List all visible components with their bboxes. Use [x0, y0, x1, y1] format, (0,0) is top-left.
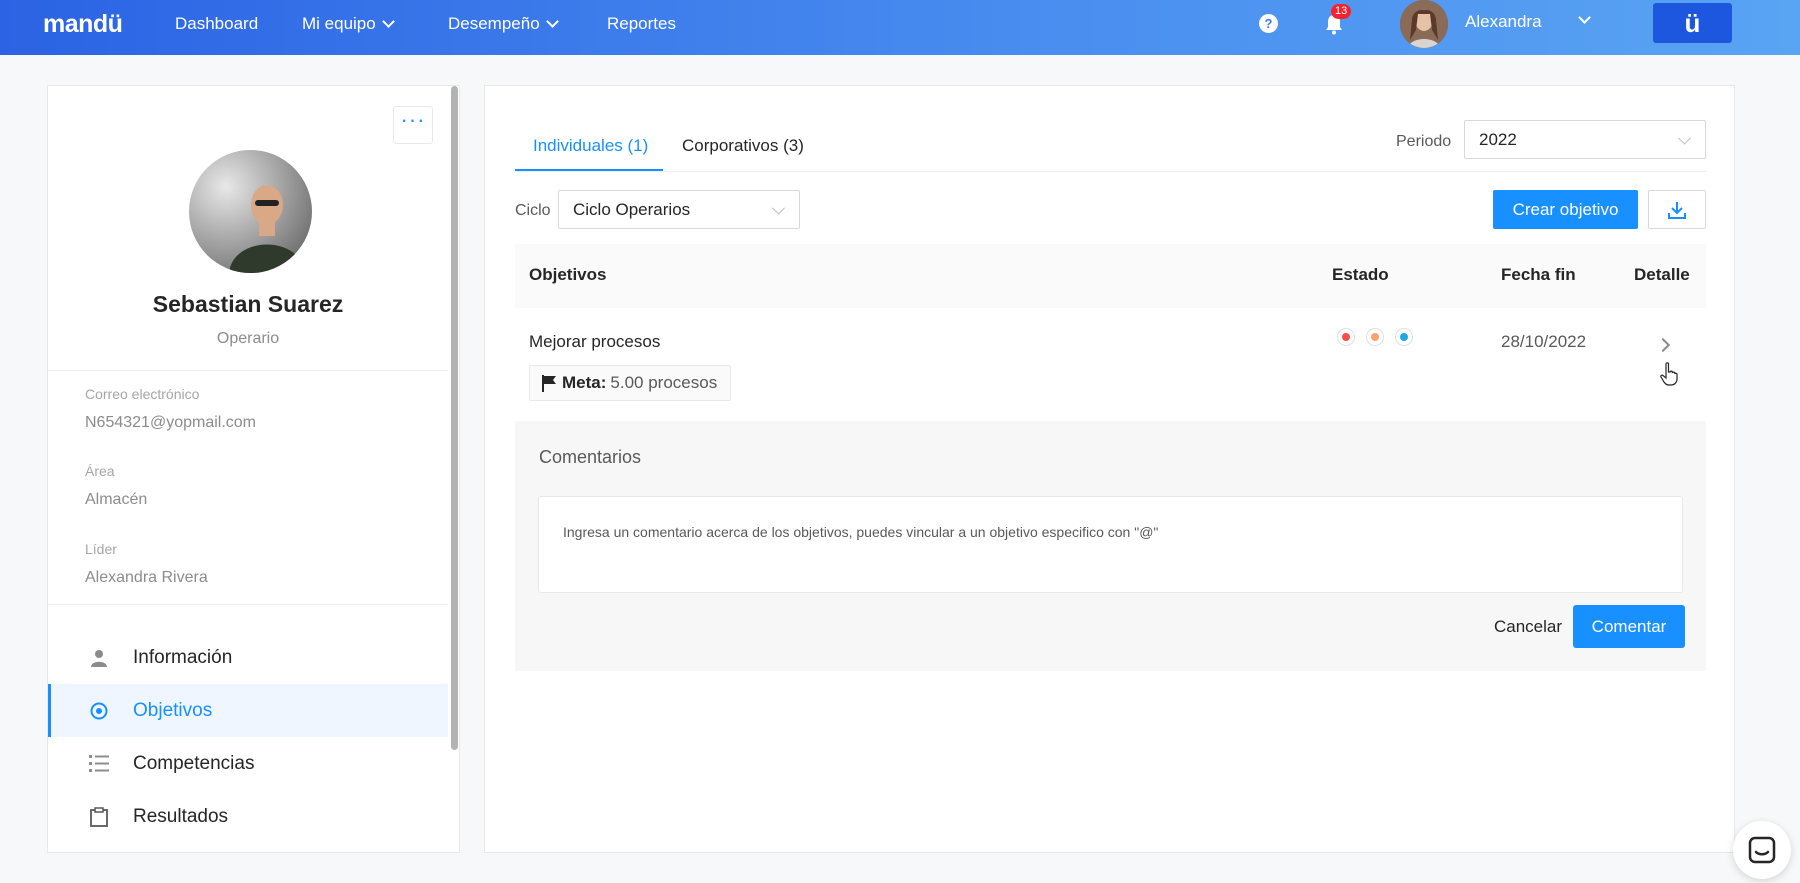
nav-label: Dashboard: [175, 14, 259, 33]
header-end-date: Fecha fin: [1501, 265, 1576, 284]
meta-tag: Meta: 5.00 procesos: [529, 365, 732, 401]
mandu-logo[interactable]: mandü: [43, 10, 123, 39]
cancel-button[interactable]: Cancelar: [1494, 617, 1562, 637]
email-label: Correo electrónico: [85, 386, 200, 402]
user-name[interactable]: Alexandra: [1465, 12, 1542, 32]
period-select[interactable]: 2022: [1464, 120, 1706, 159]
comments-section: Comentarios Ingresa un comentario acerca…: [515, 421, 1706, 671]
menu-item-competencias[interactable]: Competencias: [48, 737, 448, 790]
menu-item-informacion[interactable]: Información: [48, 631, 448, 684]
notification-badge: 13: [1331, 4, 1352, 19]
target-icon: [88, 700, 110, 722]
help-icon[interactable]: ?: [1259, 14, 1278, 33]
header-detail: Detalle: [1634, 265, 1690, 284]
leader-value: Alexandra Rivera: [85, 569, 208, 586]
profile-card: ··· Sebastian Suarez Operario Correo ele…: [47, 85, 460, 853]
objectives-panel: Individuales (1) Corporativos (3) Period…: [484, 85, 1735, 853]
chevron-down-icon: [545, 15, 559, 28]
menu-label: Objetivos: [133, 699, 213, 721]
status-indicator-red: [1337, 328, 1355, 346]
chat-icon: [1748, 836, 1776, 864]
cycle-select[interactable]: Ciclo Operarios: [558, 190, 800, 229]
profile-photo: [189, 150, 312, 273]
chevron-down-icon: [381, 15, 395, 28]
comment-input[interactable]: Ingresa un comentario acerca de los obje…: [538, 496, 1683, 593]
active-tab-indicator: [515, 169, 663, 171]
chevron-down-icon: [1678, 131, 1691, 145]
area-value: Almacén: [85, 491, 148, 508]
chevron-right-icon[interactable]: [1655, 337, 1671, 353]
hand-cursor-icon: [1660, 362, 1678, 386]
status-indicator-orange: [1366, 328, 1384, 346]
menu-item-resultados[interactable]: Resultados: [48, 790, 448, 843]
nav-label: Mi equipo: [302, 14, 376, 33]
clipboard-icon: [88, 806, 110, 828]
create-objective-button[interactable]: Crear objetivo: [1493, 190, 1638, 229]
divider: [48, 604, 448, 605]
flag-icon: [542, 374, 556, 392]
user-icon: [88, 647, 110, 669]
sidebar-scrollbar[interactable]: [451, 86, 458, 750]
comment-button[interactable]: Comentar: [1573, 605, 1685, 648]
brand-button[interactable]: ü: [1653, 3, 1732, 43]
meta-value: 5.00 procesos: [610, 373, 718, 392]
download-button[interactable]: [1648, 190, 1706, 229]
more-options-button[interactable]: ···: [393, 106, 433, 144]
period-value: 2022: [1479, 129, 1517, 149]
area-label: Área: [85, 463, 115, 479]
profile-name: Sebastian Suarez: [152, 291, 344, 317]
tabs-divider: [515, 171, 1706, 172]
profile-role: Operario: [216, 330, 280, 347]
header-objectives: Objetivos: [529, 265, 607, 284]
chevron-down-icon[interactable]: [1578, 11, 1591, 24]
menu-item-objetivos[interactable]: Objetivos: [48, 684, 448, 737]
leader-label: Líder: [85, 541, 117, 557]
period-label: Periodo: [1396, 133, 1452, 150]
top-navbar: mandü Dashboard Mi equipo Desempeño Repo…: [0, 0, 1800, 55]
menu-label: Resultados: [133, 805, 229, 827]
header-status: Estado: [1332, 265, 1389, 284]
status-indicator-blue: [1395, 328, 1413, 346]
tab-corporativos[interactable]: Corporativos (3): [682, 136, 804, 156]
menu-label: Información: [133, 646, 233, 668]
nav-label: Reportes: [607, 14, 676, 33]
email-value: N654321@yopmail.com: [85, 414, 256, 431]
table-header: Objetivos Estado Fecha fin Detalle: [515, 244, 1706, 308]
list-icon: [88, 753, 110, 775]
nav-desempeno[interactable]: Desempeño: [448, 14, 559, 34]
objective-title: Mejorar procesos: [529, 332, 661, 351]
user-avatar[interactable]: [1400, 0, 1448, 48]
chevron-down-icon: [772, 201, 785, 215]
comments-title: Comentarios: [539, 447, 642, 467]
nav-mi-equipo[interactable]: Mi equipo: [302, 14, 395, 34]
chat-widget-button[interactable]: [1733, 821, 1791, 879]
nav-dashboard[interactable]: Dashboard: [175, 14, 258, 34]
meta-label: Meta:: [562, 373, 607, 392]
nav-label: Desempeño: [448, 14, 540, 33]
menu-label: Competencias: [133, 752, 255, 774]
divider: [48, 370, 448, 371]
tab-individuales[interactable]: Individuales (1): [533, 136, 648, 156]
cycle-label: Ciclo: [515, 202, 551, 219]
nav-reportes[interactable]: Reportes: [607, 14, 676, 34]
cycle-value: Ciclo Operarios: [573, 199, 691, 219]
download-icon: [1668, 201, 1686, 219]
objective-end-date: 28/10/2022: [1501, 332, 1587, 351]
